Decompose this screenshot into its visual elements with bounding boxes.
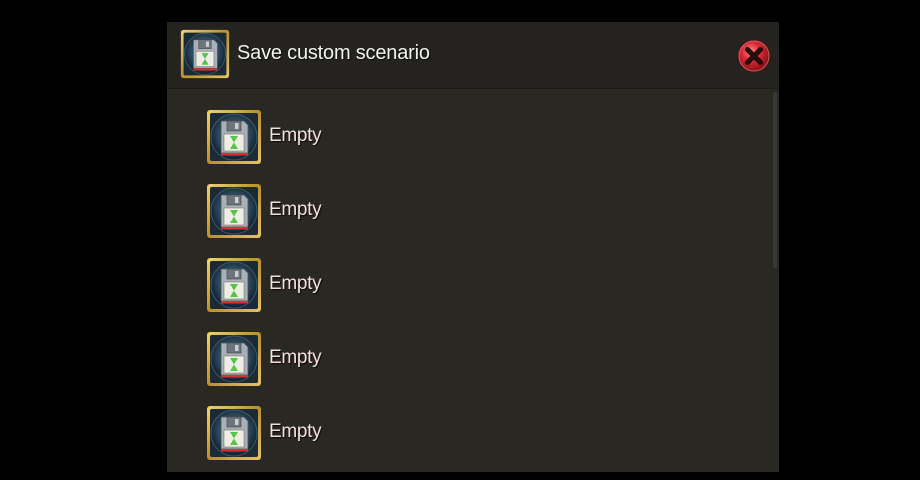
save-slot-1[interactable]: Empty xyxy=(206,109,626,167)
save-slot-4[interactable]: Empty xyxy=(206,331,626,389)
save-slot-label: Empty xyxy=(269,125,322,146)
save-slot-2[interactable]: Empty xyxy=(206,183,626,241)
scrollbar[interactable] xyxy=(773,92,777,268)
floppy-disk-icon xyxy=(206,257,262,313)
save-slot-label: Empty xyxy=(269,199,322,220)
save-slot-3[interactable]: Empty xyxy=(206,257,626,315)
floppy-disk-icon xyxy=(206,109,262,165)
floppy-disk-icon xyxy=(180,29,230,79)
save-scenario-dialog: Save custom scenario Empty Empty Empty E… xyxy=(167,22,779,472)
save-slot-list: Empty Empty Empty Empty Empty xyxy=(167,89,779,472)
dialog-title: Save custom scenario xyxy=(237,42,430,64)
close-icon[interactable] xyxy=(736,38,772,74)
save-slot-label: Empty xyxy=(269,273,322,294)
save-slot-5[interactable]: Empty xyxy=(206,405,626,463)
floppy-disk-icon xyxy=(206,405,262,461)
floppy-disk-icon xyxy=(206,183,262,239)
save-slot-label: Empty xyxy=(269,421,322,442)
dialog-title-bar: Save custom scenario xyxy=(167,22,779,89)
floppy-disk-icon xyxy=(206,331,262,387)
save-slot-label: Empty xyxy=(269,347,322,368)
